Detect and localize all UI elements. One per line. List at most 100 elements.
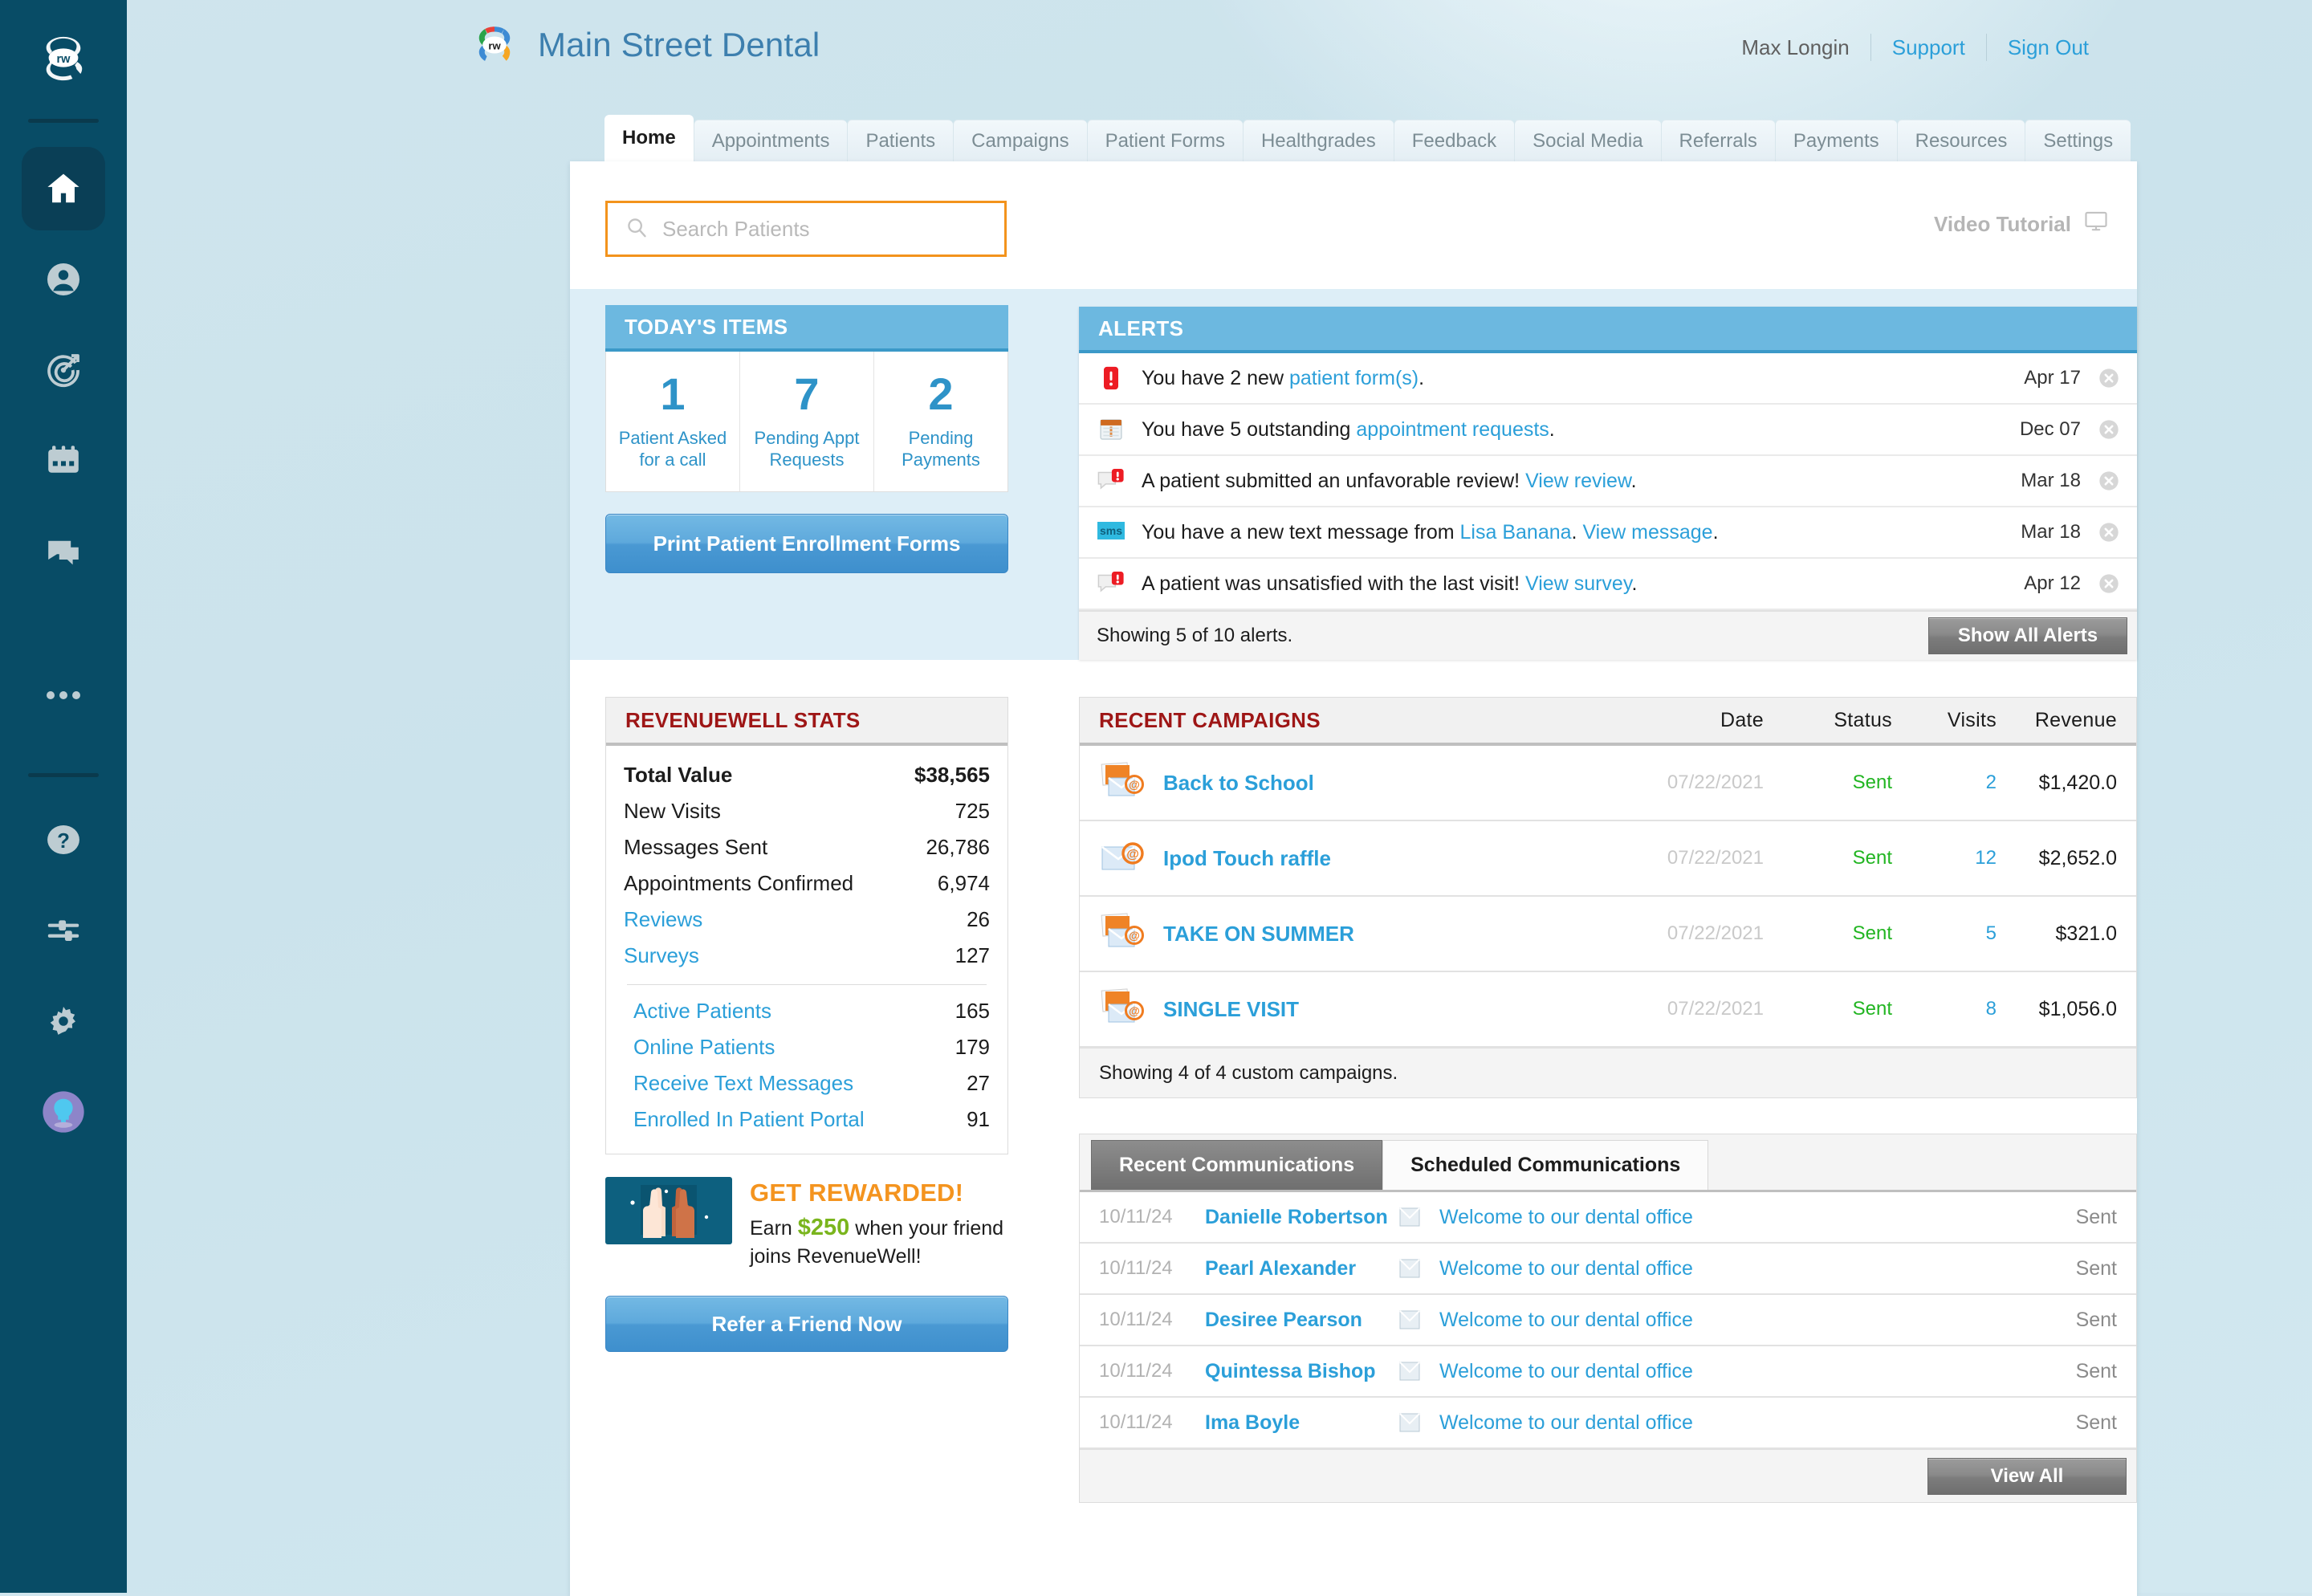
comm-subject-link[interactable]: Welcome to our dental office — [1439, 1257, 2021, 1280]
close-circle-icon[interactable] — [2081, 521, 2137, 544]
comm-patient-link[interactable]: Danielle Robertson — [1205, 1206, 1398, 1229]
revenuewell-mark-icon: rw — [472, 22, 517, 67]
close-circle-icon[interactable] — [2081, 367, 2137, 389]
table-row[interactable]: @ SINGLE VISIT 07/22/2021 Sent 8 $1,056.… — [1080, 972, 2136, 1048]
close-circle-icon[interactable] — [2081, 418, 2137, 441]
rail-divider-bottom — [28, 773, 99, 777]
sidebar-item-more[interactable] — [22, 653, 105, 737]
tab-scheduled-communications[interactable]: Scheduled Communications — [1382, 1140, 1708, 1190]
video-tutorial-link[interactable]: Video Tutorial — [1934, 211, 2108, 238]
comm-patient-link[interactable]: Quintessa Bishop — [1205, 1360, 1398, 1383]
tab-payments[interactable]: Payments — [1775, 120, 1897, 161]
sidebar-item-assistant[interactable] — [22, 1070, 105, 1154]
support-link[interactable]: Support — [1892, 35, 1965, 60]
comm-subject-link[interactable]: Welcome to our dental office — [1439, 1360, 2021, 1383]
sidebar-item-campaigns[interactable] — [22, 328, 105, 412]
tab-feedback[interactable]: Feedback — [1394, 120, 1514, 161]
column-header-status: Status — [1764, 709, 1892, 732]
sidebar-item-settings[interactable] — [22, 979, 105, 1063]
comm-patient-link[interactable]: Desiree Pearson — [1205, 1309, 1398, 1332]
comm-subject-link[interactable]: Welcome to our dental office — [1439, 1411, 2021, 1435]
revenuewell-logo-icon[interactable]: rw — [39, 34, 88, 83]
table-row[interactable]: @ Ipod Touch raffle 07/22/2021 Sent 12 $… — [1080, 821, 2136, 897]
search-input[interactable]: Search Patients — [605, 201, 1007, 257]
tab-recent-communications[interactable]: Recent Communications — [1091, 1140, 1382, 1190]
stat-row-active-patients[interactable]: Active Patients 165 — [624, 993, 990, 1029]
stat-row-enrolled-in-patient-portal[interactable]: Enrolled In Patient Portal 91 — [624, 1101, 990, 1138]
tab-appointments[interactable]: Appointments — [694, 120, 848, 161]
campaigns-footer: Showing 4 of 4 custom campaigns. — [1080, 1048, 2136, 1097]
calendar-alert-icon — [1097, 415, 1125, 444]
sidebar-item-preferences[interactable] — [22, 889, 105, 972]
alert-link[interactable]: View review — [1525, 470, 1631, 492]
campaign-revenue: $1,420.0 — [1997, 772, 2117, 795]
close-circle-icon[interactable] — [2081, 572, 2137, 595]
alert-link-sender[interactable]: Lisa Banana — [1460, 521, 1572, 544]
tab-settings[interactable]: Settings — [2025, 120, 2131, 161]
alert-link[interactable]: appointment requests — [1356, 418, 1549, 441]
campaign-name[interactable]: SINGLE VISIT — [1163, 997, 1595, 1022]
view-all-button[interactable]: View All — [1927, 1458, 2127, 1495]
comm-subject-link[interactable]: Welcome to our dental office — [1439, 1206, 2021, 1229]
tab-home[interactable]: Home — [604, 115, 694, 161]
tab-social-media[interactable]: Social Media — [1514, 120, 1660, 161]
stat-row-surveys[interactable]: Surveys 127 — [624, 938, 990, 974]
list-item[interactable]: 10/11/24 Ima Boyle Welcome to our dental… — [1080, 1398, 2136, 1449]
campaign-name[interactable]: Back to School — [1163, 771, 1595, 796]
campaign-visits[interactable]: 2 — [1892, 772, 1997, 794]
comm-patient-link[interactable]: Pearl Alexander — [1205, 1257, 1398, 1280]
tile-label: Pending Appt Requests — [745, 428, 869, 471]
sign-out-link[interactable]: Sign Out — [2008, 35, 2089, 60]
tab-referrals[interactable]: Referrals — [1661, 120, 1775, 161]
sidebar-item-home[interactable] — [22, 147, 105, 230]
campaign-name[interactable]: Ipod Touch raffle — [1163, 846, 1595, 871]
tile-pending-appt-requests[interactable]: 7 Pending Appt Requests — [739, 352, 873, 491]
alert-row: You have 2 new patient form(s). Apr 17 — [1079, 353, 2137, 405]
stat-row-receive-text-messages[interactable]: Receive Text Messages 27 — [624, 1065, 990, 1101]
svg-text:rw: rw — [488, 39, 501, 51]
alert-link[interactable]: View survey — [1525, 572, 1631, 595]
campaign-visits[interactable]: 8 — [1892, 998, 1997, 1020]
comm-patient-link[interactable]: Ima Boyle — [1205, 1411, 1398, 1435]
alert-text-post: . — [1713, 521, 1719, 544]
refer-a-friend-now-button[interactable]: Refer a Friend Now — [605, 1296, 1008, 1352]
alert-link-view[interactable]: View message — [1582, 521, 1712, 544]
sidebar-item-messages[interactable] — [22, 510, 105, 593]
stat-row: Messages Sent 26,786 — [624, 829, 990, 865]
close-circle-icon[interactable] — [2081, 470, 2137, 492]
campaign-name[interactable]: TAKE ON SUMMER — [1163, 922, 1595, 947]
print-patient-enrollment-forms-button[interactable]: Print Patient Enrollment Forms — [605, 514, 1008, 573]
campaign-revenue: $321.0 — [1997, 922, 2117, 946]
campaign-revenue: $1,056.0 — [1997, 998, 2117, 1021]
tab-resources[interactable]: Resources — [1897, 120, 2025, 161]
show-all-alerts-button[interactable]: Show All Alerts — [1928, 617, 2127, 654]
status-badge: Sent — [1764, 772, 1892, 794]
alert-link[interactable]: patient form(s) — [1289, 367, 1419, 389]
stat-row-reviews[interactable]: Reviews 26 — [624, 902, 990, 938]
campaign-visits[interactable]: 12 — [1892, 847, 1997, 869]
envelope-icon — [1398, 1361, 1439, 1382]
comm-subject-link[interactable]: Welcome to our dental office — [1439, 1309, 2021, 1332]
stat-key: Appointments Confirmed — [624, 871, 853, 896]
tile-pending-payments[interactable]: 2 Pending Payments — [873, 352, 1007, 491]
tab-healthgrades[interactable]: Healthgrades — [1243, 120, 1394, 161]
todays-items-panel: TODAY'S ITEMS 1 Patient Asked for a call… — [605, 305, 1008, 492]
tab-patients[interactable]: Patients — [847, 120, 953, 161]
list-item[interactable]: 10/11/24 Danielle Robertson Welcome to o… — [1080, 1192, 2136, 1244]
sidebar-item-calendar[interactable] — [22, 419, 105, 503]
status-badge: Sent — [2021, 1257, 2117, 1280]
campaign-visits[interactable]: 5 — [1892, 922, 1997, 945]
sidebar-item-help[interactable]: ? — [22, 798, 105, 881]
tile-patient-asked-for-call[interactable]: 1 Patient Asked for a call — [606, 352, 739, 491]
stat-row-online-patients[interactable]: Online Patients 179 — [624, 1029, 990, 1065]
list-item[interactable]: 10/11/24 Pearl Alexander Welcome to our … — [1080, 1244, 2136, 1295]
tab-patient-forms[interactable]: Patient Forms — [1087, 120, 1243, 161]
search-placeholder: Search Patients — [662, 217, 810, 242]
sidebar-item-patients[interactable] — [22, 238, 105, 321]
table-row[interactable]: @ TAKE ON SUMMER 07/22/2021 Sent 5 $321.… — [1080, 897, 2136, 972]
list-item[interactable]: 10/11/24 Desiree Pearson Welcome to our … — [1080, 1295, 2136, 1346]
list-item[interactable]: 10/11/24 Quintessa Bishop Welcome to our… — [1080, 1346, 2136, 1398]
table-row[interactable]: @ Back to School 07/22/2021 Sent 2 $1,42… — [1080, 746, 2136, 821]
alert-text-post: . — [1631, 470, 1637, 492]
tab-campaigns[interactable]: Campaigns — [953, 120, 1086, 161]
